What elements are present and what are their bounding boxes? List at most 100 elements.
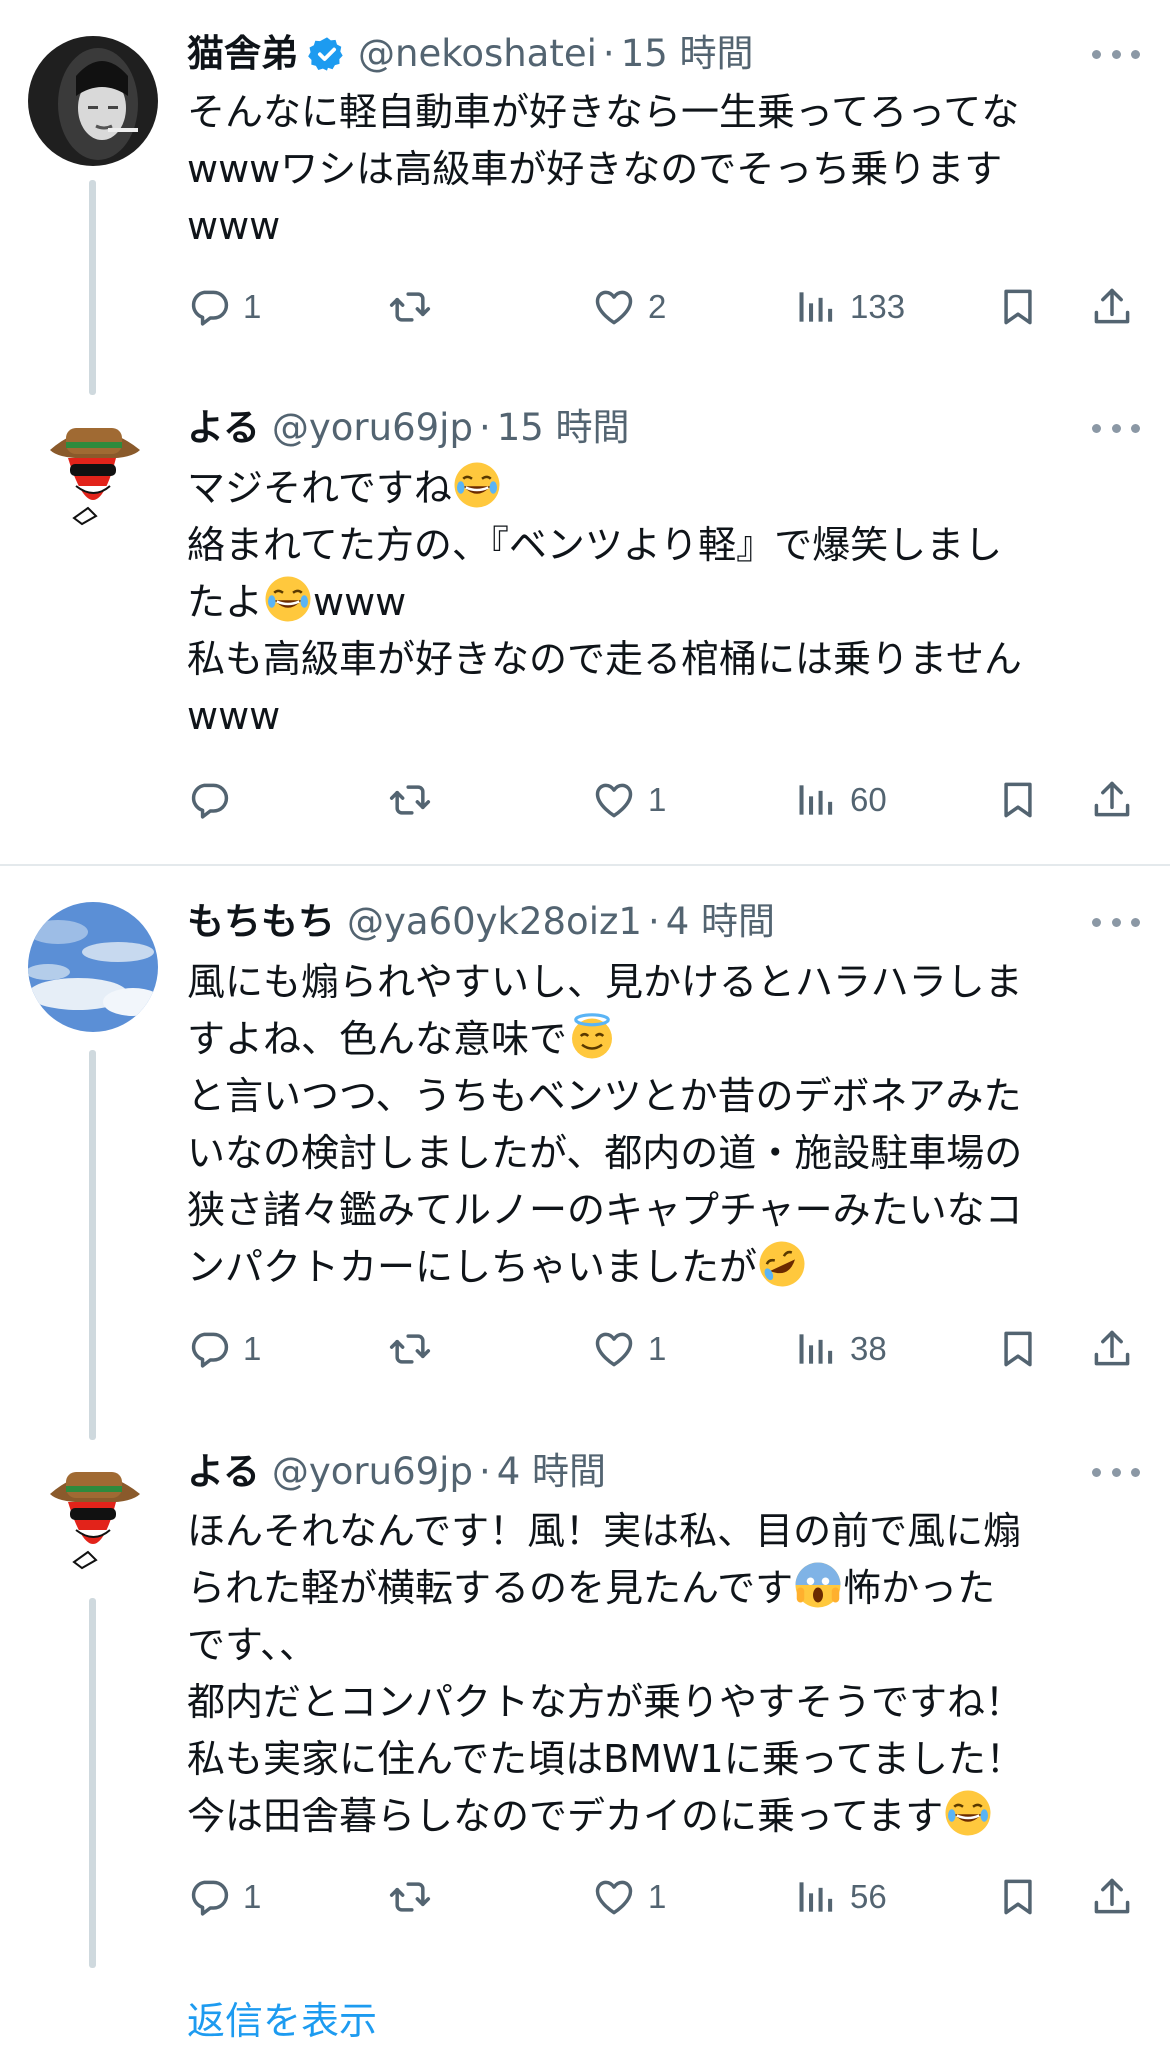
bookmark-icon xyxy=(996,285,1040,329)
timestamp[interactable]: 4 時間 xyxy=(666,896,775,948)
text-line: www xyxy=(187,204,281,248)
action-bar: 1 2 133 xyxy=(0,277,1170,337)
avatar[interactable] xyxy=(28,902,158,1032)
text-segment: www xyxy=(313,580,407,624)
reply-count: 1 xyxy=(243,1878,262,1915)
text-line: たよ www xyxy=(187,574,1117,631)
tweet-text: マジそれですね 絡まれてた方の、『ベンツより軽』で爆笑しまし たよ www 私も高… xyxy=(187,460,1117,745)
tweet-header: 猫舎弟 @nekoshatei · 15 時間 xyxy=(187,28,754,80)
text-segment: マジそれですね xyxy=(187,466,452,510)
handle[interactable]: @ya60yk28oiz1 xyxy=(347,896,642,948)
views-count: 38 xyxy=(850,1330,887,1367)
display-name[interactable]: 猫舎弟 xyxy=(187,28,298,80)
retweet-button[interactable] xyxy=(388,1319,432,1379)
reply-button[interactable]: 1 xyxy=(187,277,261,337)
text-line: www xyxy=(187,694,281,738)
separator-dot: · xyxy=(478,406,491,449)
avatar[interactable] xyxy=(28,408,158,538)
text-segment: ンパクトカーにしちゃいましたが xyxy=(187,1245,758,1289)
retweet-button[interactable] xyxy=(388,1867,432,1927)
share-button[interactable] xyxy=(1090,277,1134,337)
text-line: です、、 xyxy=(187,1623,317,1667)
retweet-icon xyxy=(388,1875,432,1919)
screaming-face-emoji-icon xyxy=(793,1560,843,1610)
text-line: 都内だとコンパクトな方が乗りやすそうですね！ xyxy=(187,1680,1024,1724)
timestamp[interactable]: 4 時間 xyxy=(497,1446,606,1498)
tears-of-joy-emoji-icon xyxy=(452,460,502,510)
show-replies-link[interactable]: 返信を表示 xyxy=(187,1990,377,2045)
retweet-button[interactable] xyxy=(388,277,432,337)
text-line: 風にも煽られやすいし、見かけるとハラハラしま xyxy=(187,960,1023,1004)
reply-icon xyxy=(187,1327,231,1371)
share-icon xyxy=(1090,285,1134,329)
share-button[interactable] xyxy=(1090,1867,1134,1927)
views-button[interactable]: 60 xyxy=(794,770,887,830)
handle[interactable]: @nekoshatei xyxy=(358,28,597,80)
like-button[interactable]: 2 xyxy=(592,277,666,337)
bookmark-icon xyxy=(996,1327,1040,1371)
more-options-icon[interactable] xyxy=(1092,912,1140,932)
views-count: 60 xyxy=(850,781,887,818)
separator-dot: · xyxy=(478,1450,491,1493)
bookmark-button[interactable] xyxy=(996,277,1040,337)
handle[interactable]: @yoru69jp xyxy=(272,402,473,454)
more-options-icon[interactable] xyxy=(1092,1462,1140,1482)
text-line: wwwワシは高級車が好きなのでそっち乗ります xyxy=(187,147,1003,191)
avatar[interactable] xyxy=(28,1452,158,1582)
share-icon xyxy=(1090,1327,1134,1371)
like-button[interactable]: 1 xyxy=(592,1319,666,1379)
views-button[interactable]: 38 xyxy=(794,1319,887,1379)
bookmark-button[interactable] xyxy=(996,1319,1040,1379)
thread-line xyxy=(89,1050,96,1440)
heart-icon xyxy=(592,285,636,329)
retweet-icon xyxy=(388,778,432,822)
reply-icon xyxy=(187,778,231,822)
handle[interactable]: @yoru69jp xyxy=(272,1446,473,1498)
heart-icon xyxy=(592,1875,636,1919)
share-icon xyxy=(1090,1875,1134,1919)
text-line: すよね、色んな意味で xyxy=(187,1011,1117,1068)
like-count: 1 xyxy=(648,1330,667,1367)
reply-button[interactable]: 1 xyxy=(187,1319,261,1379)
text-line: マジそれですね xyxy=(187,460,1117,517)
display-name[interactable]: よる xyxy=(187,1446,260,1498)
more-options-icon[interactable] xyxy=(1092,418,1140,438)
like-button[interactable]: 1 xyxy=(592,1867,666,1927)
action-bar: 1 1 56 xyxy=(0,1867,1170,1927)
reply-count: 1 xyxy=(243,1330,262,1367)
share-icon xyxy=(1090,778,1134,822)
display-name[interactable]: よる xyxy=(187,402,260,454)
retweet-icon xyxy=(388,285,432,329)
bookmark-button[interactable] xyxy=(996,770,1040,830)
views-button[interactable]: 133 xyxy=(794,277,905,337)
heart-icon xyxy=(592,778,636,822)
like-count: 2 xyxy=(648,288,667,325)
like-button[interactable]: 1 xyxy=(592,770,666,830)
share-button[interactable] xyxy=(1090,1319,1134,1379)
tweet-text: 風にも煽られやすいし、見かけるとハラハラしま すよね、色んな意味で と言いつつ、… xyxy=(187,954,1117,1296)
verified-badge-icon xyxy=(308,35,346,73)
bookmark-button[interactable] xyxy=(996,1867,1040,1927)
action-bar: 1 1 38 xyxy=(0,1319,1170,1379)
text-line: 今は田舎暮らしなのでデカイのに乗ってます xyxy=(187,1788,1117,1845)
share-button[interactable] xyxy=(1090,770,1134,830)
tweet-text: ほんそれなんです！風！実は私、目の前で風に煽 られた軽が横転するのを見たんです 怖… xyxy=(187,1503,1117,1845)
bookmark-icon xyxy=(996,778,1040,822)
avatar[interactable] xyxy=(28,36,158,166)
separator-dot: · xyxy=(647,900,660,943)
text-line: と言いつつ、うちもベンツとか昔のデボネアみた xyxy=(187,1074,1022,1118)
views-button[interactable]: 56 xyxy=(794,1867,887,1927)
display-name[interactable]: もちもち xyxy=(187,896,335,948)
reply-button[interactable]: 1 xyxy=(187,1867,261,1927)
text-segment: たよ xyxy=(187,580,264,624)
like-count: 1 xyxy=(648,1878,667,1915)
text-segment: 今は田舎暮らしなのでデカイのに乗ってます xyxy=(187,1794,944,1838)
text-line: 私も高級車が好きなので走る棺桶には乗りません xyxy=(187,637,1022,681)
more-options-icon[interactable] xyxy=(1092,44,1140,64)
timestamp[interactable]: 15 時間 xyxy=(621,28,754,80)
rolling-laughing-emoji-icon xyxy=(757,1239,807,1289)
retweet-button[interactable] xyxy=(388,770,432,830)
tweet-text: そんなに軽自動車が好きなら一生乗ってろってな wwwワシは高級車が好きなのでそっ… xyxy=(187,84,1117,255)
timestamp[interactable]: 15 時間 xyxy=(497,402,630,454)
reply-button[interactable] xyxy=(187,770,231,830)
